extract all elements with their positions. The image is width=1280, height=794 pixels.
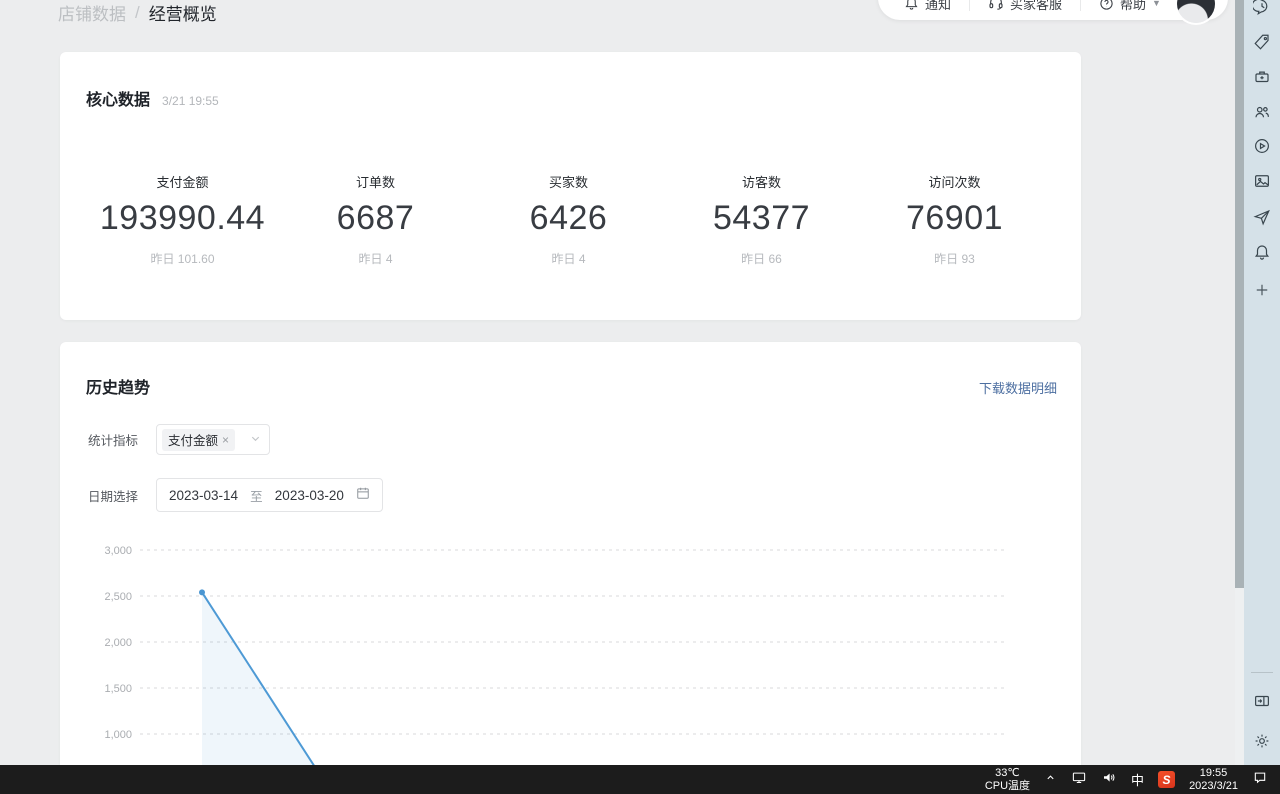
breadcrumb-current: 经营概览 xyxy=(149,0,217,25)
calendar-icon xyxy=(356,486,370,505)
contacts-icon[interactable] xyxy=(1253,103,1271,121)
notifications-label: 通知 xyxy=(925,0,951,13)
date-range-to: 至 xyxy=(250,486,263,505)
clock-widget[interactable]: 19:55 2023/3/21 xyxy=(1189,767,1238,792)
bell-icon[interactable] xyxy=(1253,243,1271,261)
taskbar-date: 2023/3/21 xyxy=(1189,780,1238,793)
download-data-link[interactable]: 下载数据明细 xyxy=(979,378,1057,397)
tray-overflow-button[interactable] xyxy=(1044,771,1057,789)
sogou-tray-button[interactable]: S xyxy=(1158,771,1175,788)
header-divider xyxy=(1080,0,1081,11)
plus-icon[interactable] xyxy=(1253,281,1271,299)
right-tool-rail xyxy=(1244,0,1280,765)
metric-label: 买家数 xyxy=(472,172,665,191)
date-range-picker[interactable]: 2023-03-14 至 2023-03-20 xyxy=(156,478,383,512)
y-axis-tick-label: 3,000 xyxy=(104,545,132,557)
buyer-service-button[interactable]: 买家客服 xyxy=(988,0,1062,13)
cpu-temp-label: CPU温度 xyxy=(985,780,1030,793)
data-point-marker[interactable] xyxy=(199,589,205,595)
taskbar-time: 19:55 xyxy=(1189,767,1238,780)
cpu-temp-value: 33℃ xyxy=(985,767,1030,780)
header-divider xyxy=(969,0,970,11)
y-axis-tick-label: 1,000 xyxy=(104,729,132,741)
metric-value: 193990.44 xyxy=(86,199,279,238)
metric-select[interactable]: 支付金额 × xyxy=(156,424,270,455)
metric-label: 支付金额 xyxy=(86,172,279,191)
collapse-panel-icon[interactable] xyxy=(1253,692,1271,710)
buyer-service-label: 买家客服 xyxy=(1010,0,1062,13)
metric-value: 54377 xyxy=(665,199,858,238)
ime-indicator[interactable]: 中 xyxy=(1131,770,1144,789)
action-center-button[interactable] xyxy=(1252,770,1268,790)
metrics-row: 支付金额 193990.44 昨日 101.60 订单数 6687 昨日 4 买… xyxy=(86,172,1051,267)
question-circle-icon xyxy=(1099,0,1114,11)
help-label: 帮助 xyxy=(1120,0,1146,13)
rail-divider xyxy=(1251,672,1273,673)
date-start-value[interactable]: 2023-03-14 xyxy=(169,488,238,503)
media-icon[interactable] xyxy=(1253,172,1271,190)
metric-value: 6426 xyxy=(472,199,665,238)
metric-yesterday: 昨日 101.60 xyxy=(86,250,279,267)
toolbox-icon[interactable] xyxy=(1253,68,1271,86)
date-select-label: 日期选择 xyxy=(88,486,156,505)
metric-value: 76901 xyxy=(858,199,1051,238)
y-axis-tick-label: 1,500 xyxy=(104,683,132,695)
sogou-icon: S xyxy=(1158,771,1175,788)
chat-icon[interactable] xyxy=(1253,0,1271,16)
metric-yesterday: 昨日 93 xyxy=(858,250,1051,267)
headset-icon xyxy=(988,0,1004,11)
y-axis-tick-label: 2,000 xyxy=(104,637,132,649)
metric-label: 访客数 xyxy=(665,172,858,191)
metric-label: 订单数 xyxy=(279,172,472,191)
metric-buyer-count[interactable]: 买家数 6426 昨日 4 xyxy=(472,172,665,267)
network-tray-button[interactable] xyxy=(1071,770,1087,790)
metric-order-count[interactable]: 订单数 6687 昨日 4 xyxy=(279,172,472,267)
trend-chart-canvas[interactable]: 3,000 2,500 2,000 1,500 1,000 xyxy=(85,540,1035,765)
metric-visitor-count[interactable]: 访客数 54377 昨日 66 xyxy=(665,172,858,267)
core-data-title: 核心数据 xyxy=(86,86,150,110)
core-data-card: 核心数据 3/21 19:55 支付金额 193990.44 昨日 101.60… xyxy=(60,52,1081,320)
breadcrumb: 店铺数据 / 经营概览 xyxy=(58,0,217,25)
metric-yesterday: 昨日 66 xyxy=(665,250,858,267)
action-center-icon xyxy=(1252,770,1268,790)
chevron-down-icon xyxy=(250,431,261,449)
tag-icon[interactable] xyxy=(1253,33,1271,51)
date-end-value[interactable]: 2023-03-20 xyxy=(275,488,344,503)
windows-taskbar: 33℃ CPU温度 中 S 19:55 2023/3/21 xyxy=(0,765,1280,794)
volume-tray-button[interactable] xyxy=(1101,770,1117,790)
y-axis-tick-label: 2,500 xyxy=(104,591,132,603)
history-trend-card: 历史趋势 下载数据明细 统计指标 支付金额 × 日期选择 2023-03-14 … xyxy=(60,342,1081,794)
history-trend-title: 历史趋势 xyxy=(86,374,150,398)
metric-payment-amount[interactable]: 支付金额 193990.44 昨日 101.60 xyxy=(86,172,279,267)
core-data-timestamp: 3/21 19:55 xyxy=(162,94,219,108)
breadcrumb-separator: / xyxy=(135,3,140,23)
chip-remove-icon[interactable]: × xyxy=(222,433,229,447)
trend-chart[interactable]: 3,000 2,500 2,000 1,500 1,000 xyxy=(85,540,1035,765)
help-button[interactable]: 帮助 ▼ xyxy=(1099,0,1161,13)
video-icon[interactable] xyxy=(1253,137,1271,155)
send-icon[interactable] xyxy=(1253,208,1271,226)
metric-select-label: 统计指标 xyxy=(88,430,156,449)
gear-icon[interactable] xyxy=(1253,732,1271,750)
notifications-button[interactable]: 通知 xyxy=(904,0,951,13)
metric-yesterday: 昨日 4 xyxy=(279,250,472,267)
chevron-down-icon: ▼ xyxy=(1152,0,1161,8)
scrollbar-thumb[interactable] xyxy=(1235,0,1244,588)
breadcrumb-parent[interactable]: 店铺数据 xyxy=(58,0,126,25)
chip-label: 支付金额 xyxy=(168,430,218,449)
area-fill xyxy=(202,592,326,765)
top-header-bar: 通知 买家客服 帮助 ▼ xyxy=(878,0,1228,20)
metric-yesterday: 昨日 4 xyxy=(472,250,665,267)
speaker-icon xyxy=(1101,770,1117,790)
network-display-icon xyxy=(1071,770,1087,790)
metric-visit-count[interactable]: 访问次数 76901 昨日 93 xyxy=(858,172,1051,267)
cpu-temp-widget[interactable]: 33℃ CPU温度 xyxy=(985,767,1030,792)
metric-label: 访问次数 xyxy=(858,172,1051,191)
metric-value: 6687 xyxy=(279,199,472,238)
chevron-up-icon xyxy=(1044,771,1057,789)
selected-metric-chip: 支付金额 × xyxy=(162,429,235,451)
bell-icon xyxy=(904,0,919,11)
